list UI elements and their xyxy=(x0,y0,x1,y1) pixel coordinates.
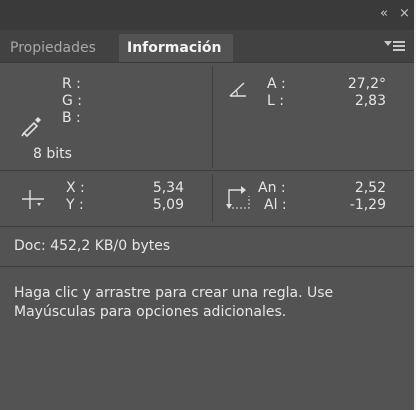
panel-titlebar: « × xyxy=(0,0,414,30)
horizontal-divider xyxy=(0,226,414,227)
tab-bar: Propiedades Información xyxy=(0,30,414,63)
width-value: 2,52 xyxy=(354,180,386,196)
angle-icon xyxy=(229,82,246,97)
tab-propiedades[interactable]: Propiedades xyxy=(2,34,118,62)
angle-value: 27,2° xyxy=(347,76,386,92)
tab-informacion[interactable]: Información xyxy=(119,34,233,62)
bit-depth: 8 bits xyxy=(33,146,72,162)
x-value: 5,34 xyxy=(152,180,184,196)
height-label: Al : xyxy=(264,197,287,213)
info-panel: « × Propiedades Información R : G : B : … xyxy=(0,0,416,410)
eyedropper-icon xyxy=(21,117,41,138)
g-label: G : xyxy=(62,93,83,109)
close-icon[interactable]: × xyxy=(399,6,410,21)
height-value: -1,29 xyxy=(349,197,386,213)
document-size: Doc: 452,2 KB/0 bytes xyxy=(14,238,171,254)
selection-size-icon xyxy=(226,186,250,209)
y-label: Y : xyxy=(66,197,84,213)
tool-hint-text: Haga clic y arrastre para crear una regl… xyxy=(14,285,334,320)
y-value: 5,09 xyxy=(152,197,184,213)
collapse-icon[interactable]: « xyxy=(380,6,388,21)
panel-menu-icon[interactable] xyxy=(384,38,406,54)
r-label: R : xyxy=(62,76,81,92)
horizontal-divider xyxy=(0,170,414,171)
length-label: L : xyxy=(267,93,284,109)
vertical-divider xyxy=(212,66,213,168)
angle-label: A : xyxy=(267,76,286,92)
crosshair-icon xyxy=(22,190,44,209)
vertical-divider xyxy=(212,174,213,222)
horizontal-divider xyxy=(0,266,414,267)
width-label: An : xyxy=(258,180,286,196)
x-label: X : xyxy=(66,180,85,196)
b-label: B : xyxy=(62,110,81,126)
length-value: 2,83 xyxy=(354,93,386,109)
